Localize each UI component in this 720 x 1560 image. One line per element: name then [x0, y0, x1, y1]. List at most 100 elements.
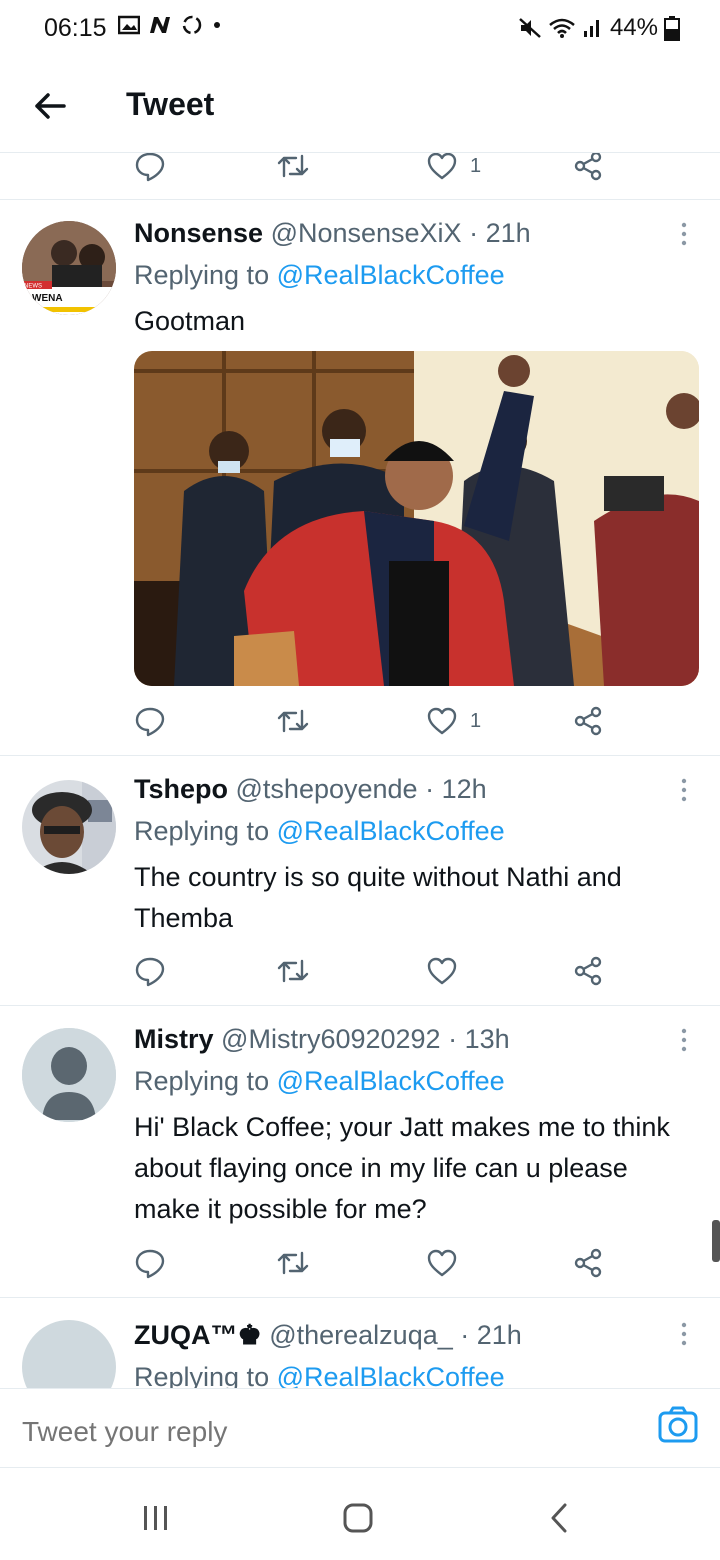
- like-count: 1: [470, 709, 482, 732]
- notification-icons: [118, 14, 222, 36]
- replying-to: Replying to @RealBlackCoffee: [134, 260, 505, 291]
- like-button[interactable]: [426, 1243, 458, 1283]
- avatar[interactable]: [22, 1028, 116, 1122]
- back-arrow-icon[interactable]: [30, 86, 70, 126]
- replying-to: Replying to @RealBlackCoffee: [134, 1362, 505, 1388]
- timestamp: · 12h: [425, 774, 487, 804]
- actions-row: 1: [134, 701, 614, 741]
- status-time: 06:15: [44, 14, 107, 42]
- like-count: 1: [470, 154, 482, 177]
- retweet-button[interactable]: [276, 951, 310, 991]
- display-name[interactable]: Nonsense: [134, 218, 263, 248]
- mention-link[interactable]: @RealBlackCoffee: [277, 1066, 505, 1096]
- handle[interactable]: @tshepoyende: [236, 774, 418, 804]
- handle[interactable]: @therealzuqa_: [269, 1320, 453, 1350]
- replying-to: Replying to @RealBlackCoffee: [134, 816, 505, 847]
- more-icon[interactable]: [676, 774, 692, 806]
- avatar-label: WENA: [32, 293, 63, 304]
- tweet-mistry[interactable]: Mistry @Mistry60920292 · 13h Replying to…: [0, 1006, 720, 1298]
- actions-row: [134, 1243, 614, 1283]
- mention-link[interactable]: @RealBlackCoffee: [277, 816, 505, 846]
- system-nav-bar: [0, 1468, 720, 1560]
- previous-tweet-actions: 1: [0, 153, 720, 200]
- mention-link[interactable]: @RealBlackCoffee: [277, 1362, 505, 1388]
- share-button[interactable]: [572, 951, 604, 991]
- share-icon: [574, 706, 602, 736]
- timestamp: · 21h: [460, 1320, 522, 1350]
- reply-button[interactable]: [134, 153, 166, 186]
- tweet-header: ZUQA™♚ @therealzuqa_ · 21h: [134, 1320, 522, 1351]
- reply-icon: [135, 1249, 165, 1279]
- share-icon: [574, 956, 602, 986]
- n-app-icon: [150, 17, 170, 33]
- replying-prefix: Replying to: [134, 260, 277, 290]
- replying-prefix: Replying to: [134, 1066, 277, 1096]
- tweet-nonsense[interactable]: NEWS WENA Nonsense @NonsenseXiX · 21h Re…: [0, 200, 720, 756]
- back-icon[interactable]: [540, 1498, 580, 1538]
- reply-icon: [135, 153, 165, 182]
- avatar[interactable]: [22, 780, 116, 874]
- tweet-text: The country is so quite without Nathi an…: [134, 862, 622, 933]
- avatar[interactable]: [22, 1320, 116, 1388]
- tweet-tshepo[interactable]: Tshepo @tshepoyende · 12h Replying to @R…: [0, 756, 720, 1006]
- replying-prefix: Replying to: [134, 816, 277, 846]
- recents-icon[interactable]: [136, 1498, 176, 1538]
- reply-button[interactable]: [134, 1243, 166, 1283]
- replying-to: Replying to @RealBlackCoffee: [134, 1066, 505, 1097]
- display-name[interactable]: Mistry: [134, 1024, 214, 1054]
- retweet-icon: [277, 709, 309, 733]
- retweet-icon: [277, 154, 309, 178]
- sync-icon: [182, 15, 202, 35]
- more-icon[interactable]: [676, 1024, 692, 1056]
- retweet-icon: [277, 959, 309, 983]
- handle[interactable]: @Mistry60920292: [221, 1024, 441, 1054]
- share-button[interactable]: [572, 153, 604, 186]
- tweet-image[interactable]: [134, 351, 699, 686]
- reply-button[interactable]: [134, 701, 166, 741]
- like-button[interactable]: [426, 951, 458, 991]
- share-button[interactable]: [572, 1243, 604, 1283]
- timestamp: · 21h: [469, 218, 531, 248]
- tweet-zuqa[interactable]: ZUQA™♚ @therealzuqa_ · 21h Replying to @…: [0, 1298, 720, 1388]
- like-button[interactable]: 1: [426, 153, 481, 186]
- share-icon: [574, 153, 602, 181]
- reply-bar: [0, 1388, 720, 1468]
- display-name[interactable]: Tshepo: [134, 774, 228, 804]
- actions-row: 1: [134, 153, 614, 186]
- like-icon: [427, 707, 457, 735]
- mention-link[interactable]: @RealBlackCoffee: [277, 260, 505, 290]
- home-icon[interactable]: [338, 1498, 378, 1538]
- tweet-text: Hi' Black Coffee; your Jatt makes me to …: [134, 1112, 670, 1224]
- share-button[interactable]: [572, 701, 604, 741]
- tweet-header: Mistry @Mistry60920292 · 13h: [134, 1024, 510, 1055]
- gallery-icon: [118, 15, 140, 35]
- reply-button[interactable]: [134, 951, 166, 991]
- like-icon: [427, 957, 457, 985]
- avatar[interactable]: NEWS WENA: [22, 221, 116, 315]
- wifi-icon: [549, 18, 575, 38]
- reply-icon: [135, 707, 165, 737]
- timestamp: · 13h: [448, 1024, 510, 1054]
- handle[interactable]: @NonsenseXiX: [271, 218, 462, 248]
- tweet-text: Gootman: [134, 306, 246, 336]
- like-icon: [427, 1249, 457, 1277]
- avatar-news-tag: NEWS: [24, 284, 42, 290]
- dot-icon: [214, 22, 220, 28]
- battery-icon: [664, 16, 680, 41]
- retweet-button[interactable]: [276, 153, 310, 186]
- retweet-button[interactable]: [276, 1243, 310, 1283]
- scrollbar-thumb[interactable]: [712, 1220, 720, 1262]
- reply-icon: [135, 957, 165, 987]
- like-button[interactable]: 1: [426, 701, 481, 741]
- camera-icon[interactable]: [656, 1403, 700, 1447]
- actions-row: [134, 951, 614, 991]
- reply-input[interactable]: [22, 1416, 383, 1448]
- page-title: Tweet: [126, 86, 215, 122]
- more-icon[interactable]: [676, 1318, 692, 1350]
- retweet-button[interactable]: [276, 701, 310, 741]
- share-icon: [574, 1248, 602, 1278]
- display-name[interactable]: ZUQA™♚: [134, 1320, 262, 1350]
- tweet-header: Nonsense @NonsenseXiX · 21h: [134, 218, 531, 249]
- battery-level: 44%: [609, 14, 658, 41]
- more-icon[interactable]: [676, 218, 692, 250]
